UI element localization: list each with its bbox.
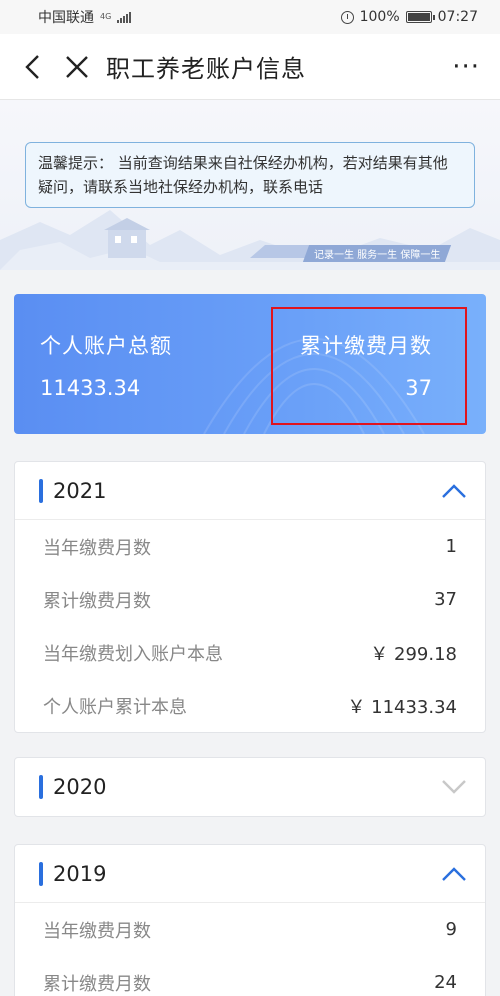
row-value: ￥ 299.18 xyxy=(370,643,457,665)
chevron-up-icon[interactable] xyxy=(441,866,467,882)
close-icon xyxy=(66,55,88,78)
year-label: 2021 xyxy=(53,478,107,503)
table-row: 累计缴费月数 24 xyxy=(15,956,485,996)
year-label: 2020 xyxy=(53,775,107,799)
year-section-2021: 2021 当年缴费月数 1 累计缴费月数 37 当年缴费划入账户本息 ￥ 299… xyxy=(14,461,486,733)
battery-icon xyxy=(405,11,435,23)
year-header[interactable]: 2021 xyxy=(15,462,485,520)
status-bar: 中国联通 4G 100% 07:27 xyxy=(0,0,500,34)
year-accent-bar xyxy=(39,861,43,886)
battery-percent: 100% xyxy=(359,9,400,25)
more-menu-button[interactable]: ··· xyxy=(452,52,484,82)
total-balance-label: 个人账户总额 xyxy=(40,334,172,358)
chevron-up-icon[interactable] xyxy=(441,483,467,499)
tip-prefix: 温馨提示： xyxy=(38,154,114,172)
alarm-icon xyxy=(340,10,354,24)
year-header[interactable]: 2019 xyxy=(15,845,485,903)
row-label: 当年缴费月数 xyxy=(43,537,151,559)
chevron-down-icon[interactable] xyxy=(441,779,467,795)
carrier-label: 中国联通 xyxy=(38,10,94,26)
tip-box: 温馨提示： 当前查询结果来自社保经办机构，若对结果有其他疑问，请联系当地社保经办… xyxy=(25,142,475,208)
row-label: 当年缴费月数 xyxy=(43,920,151,942)
tip-banner: 温馨提示： 当前查询结果来自社保经办机构，若对结果有其他疑问，请联系当地社保经办… xyxy=(0,100,500,270)
year-section-2020: 2020 xyxy=(14,757,486,817)
row-label: 累计缴费月数 xyxy=(43,590,151,612)
row-value: 24 xyxy=(434,972,457,993)
year-accent-bar xyxy=(39,775,43,799)
row-label: 累计缴费月数 xyxy=(43,973,151,995)
year-label: 2019 xyxy=(53,861,107,886)
network-indicator: 4G xyxy=(100,12,112,21)
account-summary-card: 个人账户总额 11433.34 累计缴费月数 37 xyxy=(14,294,486,434)
table-row: 累计缴费月数 37 xyxy=(15,573,485,626)
slogan-ribbon: 记录一生 服务一生 保障一生 xyxy=(302,245,452,262)
title-bar: 职工养老账户信息 ··· xyxy=(0,34,500,100)
table-row: 个人账户累计本息 ￥ 11433.34 xyxy=(15,679,485,732)
row-value: 9 xyxy=(445,919,457,940)
page-title: 职工养老账户信息 xyxy=(106,55,306,83)
clock: 07:27 xyxy=(437,9,478,25)
back-arrow-icon xyxy=(25,54,39,79)
row-value: 1 xyxy=(445,536,457,557)
table-row: 当年缴费划入账户本息 ￥ 299.18 xyxy=(15,626,485,679)
table-row: 当年缴费月数 9 xyxy=(15,903,485,956)
table-row: 当年缴费月数 1 xyxy=(15,520,485,573)
row-value: ￥ 11433.34 xyxy=(347,696,457,718)
row-label: 当年缴费划入账户本息 xyxy=(43,643,223,665)
row-value: 37 xyxy=(434,589,457,610)
highlight-box xyxy=(271,307,467,425)
year-header[interactable]: 2020 xyxy=(15,758,485,816)
row-label: 个人账户累计本息 xyxy=(43,696,187,718)
year-section-2019: 2019 当年缴费月数 9 累计缴费月数 24 xyxy=(14,844,486,996)
total-balance-block: 个人账户总额 11433.34 xyxy=(40,330,172,400)
signal-icon xyxy=(117,11,132,23)
close-button[interactable] xyxy=(62,52,92,82)
year-accent-bar xyxy=(39,478,43,503)
total-balance-value: 11433.34 xyxy=(40,376,141,400)
back-button[interactable] xyxy=(18,52,48,82)
